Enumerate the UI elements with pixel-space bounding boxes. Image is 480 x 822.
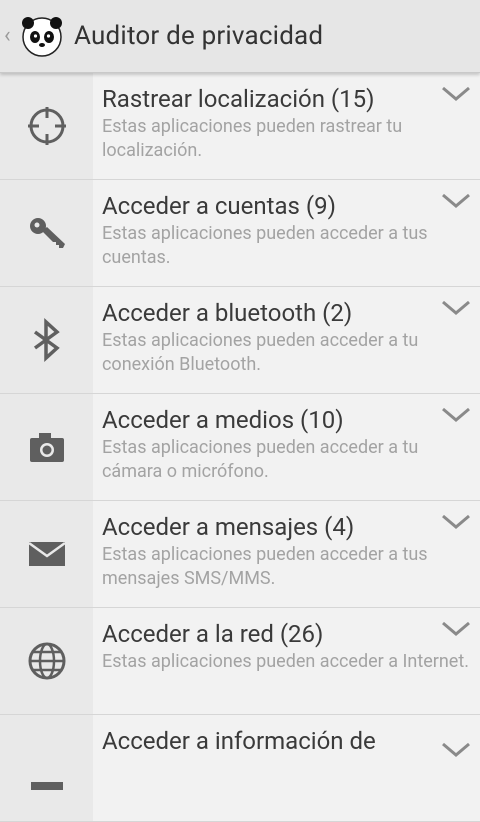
chevron-down-icon[interactable] <box>440 741 472 759</box>
row-title: Rastrear localización (15) <box>102 85 375 113</box>
row-text: Acceder a información de <box>93 715 480 821</box>
row-text: Rastrear localización (15) Estas aplicac… <box>93 73 480 179</box>
list-item-bluetooth[interactable]: Acceder a bluetooth (2) Estas aplicacion… <box>0 287 480 394</box>
chevron-down-icon[interactable] <box>440 406 472 424</box>
permissions-list: Rastrear localización (15) Estas aplicac… <box>0 73 480 822</box>
row-icon-container <box>0 394 93 500</box>
row-title: Acceder a información de <box>102 727 376 755</box>
row-icon-container <box>0 287 93 393</box>
list-item-media[interactable]: Acceder a medios (10) Estas aplicaciones… <box>0 394 480 501</box>
action-bar: ‹ Auditor de privacidad <box>0 0 480 73</box>
key-icon <box>29 218 65 248</box>
camera-icon <box>29 433 64 462</box>
row-icon-container <box>0 715 93 821</box>
row-title: Acceder a la red (26) <box>102 620 324 648</box>
page-title: Auditor de privacidad <box>74 21 324 51</box>
row-icon-container <box>0 180 93 286</box>
panda-logo-icon[interactable] <box>20 14 64 58</box>
list-item-identity[interactable]: Acceder a información de <box>0 715 480 822</box>
row-description: Estas aplicaciones pueden acceder a tu c… <box>102 330 419 375</box>
list-item-messages[interactable]: Acceder a mensajes (4) Estas aplicacione… <box>0 501 480 608</box>
row-text: Acceder a mensajes (4) Estas aplicacione… <box>93 501 480 607</box>
row-title: Acceder a bluetooth (2) <box>102 299 353 327</box>
bluetooth-icon <box>33 318 60 362</box>
list-item-accounts[interactable]: Acceder a cuentas (9) Estas aplicaciones… <box>0 180 480 287</box>
row-icon-container <box>0 73 93 179</box>
chevron-down-icon[interactable] <box>440 299 472 317</box>
id-card-icon <box>30 782 63 790</box>
row-text: Acceder a cuentas (9) Estas aplicaciones… <box>93 180 480 286</box>
row-icon-container <box>0 501 93 607</box>
chevron-down-icon[interactable] <box>440 513 472 531</box>
row-description: Estas aplicaciones pueden acceder a tu c… <box>102 437 419 482</box>
chevron-left-icon[interactable]: ‹ <box>4 25 18 47</box>
chevron-down-icon[interactable] <box>440 620 472 638</box>
row-title: Acceder a cuentas (9) <box>102 192 336 220</box>
row-text: Acceder a medios (10) Estas aplicaciones… <box>93 394 480 500</box>
chevron-down-icon[interactable] <box>440 192 472 210</box>
row-description: Estas aplicaciones pueden acceder a tus … <box>102 544 428 589</box>
row-description: Estas aplicaciones pueden rastrear tu lo… <box>102 116 403 161</box>
row-text: Acceder a la red (26) Estas aplicaciones… <box>93 608 480 714</box>
list-item-network[interactable]: Acceder a la red (26) Estas aplicaciones… <box>0 608 480 715</box>
row-text: Acceder a bluetooth (2) Estas aplicacion… <box>93 287 480 393</box>
row-title: Acceder a medios (10) <box>102 406 344 434</box>
row-description: Estas aplicaciones pueden acceder a tus … <box>102 223 428 268</box>
crosshair-icon <box>27 107 66 145</box>
globe-icon <box>28 642 65 680</box>
row-description: Estas aplicaciones pueden acceder a Inte… <box>102 651 469 672</box>
row-icon-container <box>0 608 93 714</box>
envelope-icon <box>27 541 66 566</box>
list-item-location[interactable]: Rastrear localización (15) Estas aplicac… <box>0 73 480 180</box>
chevron-down-icon[interactable] <box>440 85 472 103</box>
row-title: Acceder a mensajes (4) <box>102 513 355 541</box>
